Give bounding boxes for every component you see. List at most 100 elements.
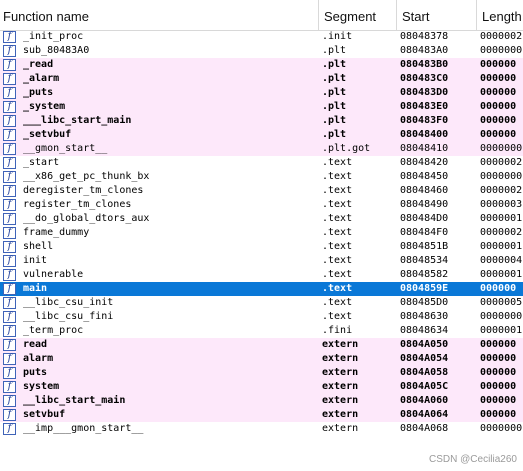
- function-row[interactable]: f frame_dummy .text 080484F0 0000002: [0, 226, 523, 240]
- start-address-cell: 08048582: [400, 269, 449, 280]
- function-row[interactable]: f _term_proc .fini 08048634 0000001: [0, 324, 523, 338]
- function-row[interactable]: f setvbuf extern 0804A064 000000: [0, 408, 523, 422]
- function-row[interactable]: f main .text 0804859E 000000: [0, 282, 523, 296]
- length-cell: 0000000: [480, 45, 523, 56]
- function-row[interactable]: f _puts .plt 080483D0 000000: [0, 86, 523, 100]
- function-name-cell: setvbuf: [23, 409, 66, 420]
- function-icon: f: [3, 353, 16, 365]
- start-address-cell: 080483D0: [400, 87, 449, 98]
- length-cell: 000000: [480, 339, 517, 350]
- function-row[interactable]: f _start .text 08048420 0000002: [0, 156, 523, 170]
- function-row[interactable]: f __libc_csu_fini .text 08048630 0000000: [0, 310, 523, 324]
- segment-cell: .plt: [322, 45, 347, 56]
- function-name-cell: __libc_csu_init: [23, 297, 114, 308]
- segment-cell: .text: [322, 283, 353, 294]
- function-icon: f: [3, 129, 16, 141]
- function-row[interactable]: f _read .plt 080483B0 000000: [0, 58, 523, 72]
- segment-cell: .text: [322, 227, 353, 238]
- segment-cell: extern: [322, 339, 359, 350]
- function-icon: f: [3, 297, 16, 309]
- function-icon: f: [3, 381, 16, 393]
- table-header: Function name Segment Start Length: [0, 0, 523, 31]
- function-row[interactable]: f deregister_tm_clones .text 08048460 000000…: [0, 184, 523, 198]
- function-icon: f: [3, 171, 16, 183]
- function-row[interactable]: f init .text 08048534 0000004: [0, 254, 523, 268]
- length-cell: 000000: [480, 395, 517, 406]
- function-row[interactable]: f __gmon_start__ .plt.got 08048410 0000000: [0, 142, 523, 156]
- column-header-segment[interactable]: Segment: [318, 0, 396, 30]
- segment-cell: .text: [322, 269, 353, 280]
- segment-cell: .text: [322, 241, 353, 252]
- function-name-cell: __gmon_start__: [23, 143, 108, 154]
- function-row[interactable]: f puts extern 0804A058 000000: [0, 366, 523, 380]
- function-row[interactable]: f __do_global_dtors_aux .text 080484D0 00000…: [0, 212, 523, 226]
- function-name-cell: _start: [23, 157, 60, 168]
- function-row[interactable]: f vulnerable .text 08048582 0000001: [0, 268, 523, 282]
- column-header-length[interactable]: Length: [476, 0, 523, 30]
- start-address-cell: 080483F0: [400, 115, 449, 126]
- function-row[interactable]: f __libc_start_main extern 0804A060 000000: [0, 394, 523, 408]
- length-cell: 000000: [480, 409, 517, 420]
- function-icon: f: [3, 199, 16, 211]
- function-name-cell: register_tm_clones: [23, 199, 132, 210]
- start-address-cell: 0804A058: [400, 367, 449, 378]
- function-row[interactable]: f read extern 0804A050 000000: [0, 338, 523, 352]
- function-name-cell: __x86_get_pc_thunk_bx: [23, 171, 150, 182]
- length-cell: 0000000: [480, 311, 523, 322]
- function-name-cell: _read: [23, 59, 54, 70]
- function-row[interactable]: f register_tm_clones .text 08048490 0000003: [0, 198, 523, 212]
- function-name-cell: deregister_tm_clones: [23, 185, 144, 196]
- function-row[interactable]: f __libc_csu_init .text 080485D0 0000005: [0, 296, 523, 310]
- segment-cell: .plt: [322, 115, 347, 126]
- function-row[interactable]: f _system .plt 080483E0 000000: [0, 100, 523, 114]
- function-name-cell: init: [23, 255, 48, 266]
- length-cell: 000000: [480, 381, 517, 392]
- start-address-cell: 08048400: [400, 129, 449, 140]
- function-row[interactable]: f system extern 0804A05C 000000: [0, 380, 523, 394]
- length-cell: 0000002: [480, 31, 523, 42]
- segment-cell: .plt: [322, 87, 347, 98]
- function-icon: f: [3, 269, 16, 281]
- segment-cell: .fini: [322, 325, 353, 336]
- function-row[interactable]: f shell .text 0804851B 0000001: [0, 240, 523, 254]
- function-name-cell: __libc_csu_fini: [23, 311, 114, 322]
- start-address-cell: 080484F0: [400, 227, 449, 238]
- length-cell: 000000: [480, 115, 517, 126]
- function-row[interactable]: f _init_proc .init 08048378 0000002: [0, 30, 523, 44]
- function-icon: f: [3, 101, 16, 113]
- segment-cell: .plt: [322, 129, 347, 140]
- function-row[interactable]: f _setvbuf .plt 08048400 000000: [0, 128, 523, 142]
- length-cell: 000000: [480, 283, 517, 294]
- function-icon: f: [3, 45, 16, 57]
- length-cell: 0000002: [480, 185, 523, 196]
- segment-cell: .plt.got: [322, 143, 371, 154]
- function-row[interactable]: f ___libc_start_main .plt 080483F0 000000: [0, 114, 523, 128]
- function-icon: f: [3, 325, 16, 337]
- function-row[interactable]: f __x86_get_pc_thunk_bx .text 08048450 00000…: [0, 170, 523, 184]
- function-name-cell: puts: [23, 367, 48, 378]
- length-cell: 000000: [480, 101, 517, 112]
- function-icon: f: [3, 143, 16, 155]
- start-address-cell: 08048410: [400, 143, 449, 154]
- function-icon: f: [3, 339, 16, 351]
- start-address-cell: 08048534: [400, 255, 449, 266]
- function-name-cell: _term_proc: [23, 325, 84, 336]
- function-row[interactable]: f __imp___gmon_start__ extern 0804A068 00000…: [0, 422, 523, 436]
- function-name-cell: sub_80483A0: [23, 45, 90, 56]
- length-cell: 0000000: [480, 171, 523, 182]
- start-address-cell: 0804A054: [400, 353, 449, 364]
- column-header-start[interactable]: Start: [396, 0, 476, 30]
- function-name-cell: vulnerable: [23, 269, 84, 280]
- function-row[interactable]: f _alarm .plt 080483C0 000000: [0, 72, 523, 86]
- function-row[interactable]: f sub_80483A0 .plt 080483A0 0000000: [0, 44, 523, 58]
- function-icon: f: [3, 157, 16, 169]
- function-row[interactable]: f alarm extern 0804A054 000000: [0, 352, 523, 366]
- function-icon: f: [3, 409, 16, 421]
- function-name-cell: _system: [23, 101, 66, 112]
- function-icon: f: [3, 423, 16, 435]
- segment-cell: .text: [322, 255, 353, 266]
- column-header-function-name[interactable]: Function name: [0, 0, 318, 30]
- start-address-cell: 08048634: [400, 325, 449, 336]
- function-icon: f: [3, 255, 16, 267]
- start-address-cell: 0804A060: [400, 395, 449, 406]
